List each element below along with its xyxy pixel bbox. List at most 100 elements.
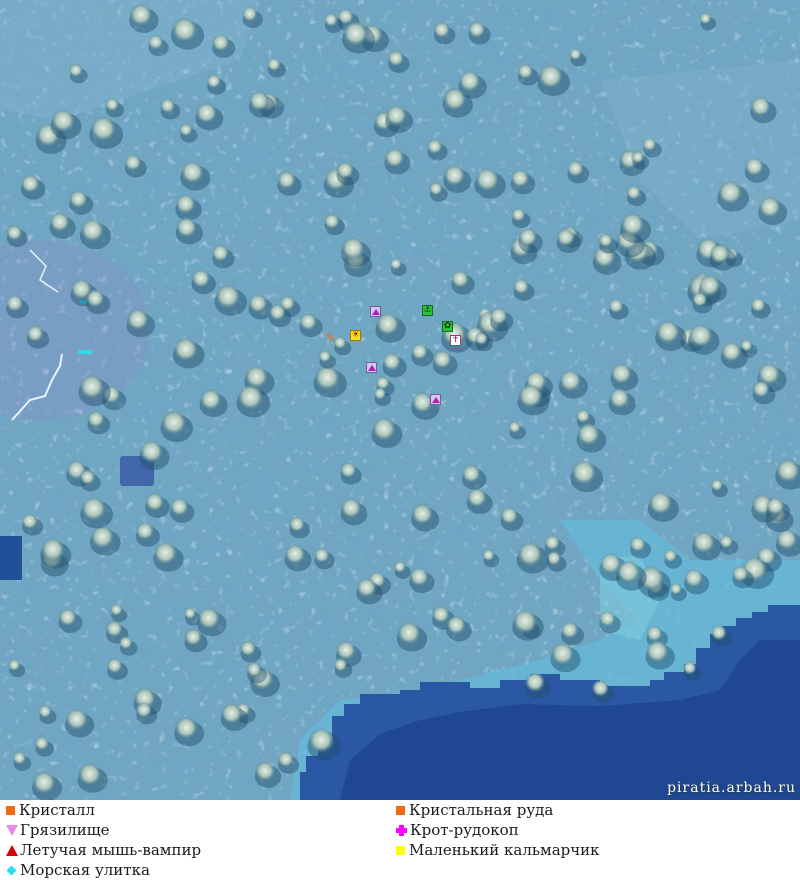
bag-icon[interactable]: ✿: [442, 321, 453, 332]
snowy-tree: [538, 64, 564, 90]
snowy-tree: [21, 513, 38, 530]
snowy-tree: [220, 703, 243, 725]
sun-icon[interactable]: ☀: [350, 330, 361, 341]
snowy-tree: [500, 507, 518, 525]
legend-label: Летучая мышь-вампир: [20, 841, 202, 859]
snowy-tree: [90, 116, 117, 143]
snowy-tree: [629, 536, 646, 553]
snowy-tree: [51, 109, 75, 134]
snowy-tree: [241, 6, 258, 23]
snowy-tree: [85, 289, 105, 309]
legend-label: Крот-рудокоп: [410, 821, 519, 839]
snowy-tree: [105, 620, 123, 638]
snowy-tree: [323, 213, 340, 230]
legend-item-little-squid: Маленький кальмарчик: [394, 840, 600, 860]
snowy-tree: [384, 148, 405, 169]
snowy-tree: [393, 561, 406, 574]
snowy-tree: [474, 332, 488, 346]
snowy-tree: [268, 304, 286, 322]
pink-triangle-down-icon: [6, 824, 18, 836]
snowy-tree: [765, 497, 785, 516]
snowy-tree: [313, 547, 330, 564]
snowy-tree: [752, 380, 770, 399]
snowy-tree: [69, 190, 88, 209]
snowy-tree: [518, 228, 538, 248]
snowy-tree: [153, 542, 178, 566]
skill-icon[interactable]: ✎: [325, 332, 336, 345]
watermark: piratia.arbah.ru: [667, 780, 796, 796]
mob-triangle-icon[interactable]: [430, 394, 441, 405]
snowy-tree: [179, 123, 193, 137]
snowy-tree: [550, 642, 575, 667]
snowy-tree: [382, 352, 401, 372]
anchor-icon[interactable]: ⚓: [422, 305, 433, 316]
map-legend: Кристалл Кристальная руда Грязилище Крот…: [0, 800, 800, 880]
snowy-tree: [598, 610, 616, 628]
snowy-tree: [215, 284, 241, 310]
snowy-tree: [451, 270, 470, 289]
map-view[interactable]: ⚓ ✿ ✎ ☀ ✝ piratia.arbah.ru: [0, 0, 800, 800]
snowy-tree: [731, 565, 749, 583]
snowy-tree: [513, 278, 530, 295]
snowy-tree: [371, 417, 396, 442]
snowy-tree: [87, 410, 105, 429]
snowy-tree: [110, 603, 123, 617]
snowy-tree: [34, 736, 49, 751]
snowy-tree: [426, 139, 443, 155]
water-pool: [0, 536, 22, 580]
snowy-tree: [758, 196, 781, 219]
mob-triangle-icon[interactable]: [370, 306, 381, 317]
snowy-tree: [517, 63, 534, 80]
snowy-tree: [508, 421, 521, 434]
snowy-tree: [339, 462, 357, 479]
mob-triangle-icon[interactable]: [366, 362, 377, 373]
snowy-tree: [443, 165, 466, 187]
snowy-tree: [750, 96, 771, 118]
snowy-tree: [183, 607, 197, 620]
snowy-tree: [631, 151, 645, 164]
snowy-tree: [129, 4, 153, 27]
snowy-tree: [411, 503, 433, 526]
snowy-tree: [598, 233, 613, 248]
snowy-tree: [174, 717, 198, 741]
snowy-tree: [237, 385, 264, 412]
snowy-tree: [341, 237, 365, 261]
snowy-tree: [692, 531, 716, 555]
legend-item-miner-mole: Крот-рудокоп: [394, 820, 519, 840]
magenta-cross-icon: [396, 824, 407, 836]
snowy-tree: [389, 258, 402, 271]
snowy-tree: [8, 659, 21, 672]
snowy-tree: [429, 182, 443, 197]
cyan-mark: [78, 350, 92, 354]
snowy-tree: [443, 88, 467, 112]
snowy-tree: [699, 12, 712, 25]
snowy-tree: [510, 169, 530, 189]
snowy-tree: [38, 705, 52, 719]
snowy-tree: [482, 549, 495, 562]
snowy-tree: [211, 34, 230, 53]
snowy-tree: [239, 640, 256, 657]
legend-item-vampire-bat: Летучая мышь-вампир: [4, 840, 201, 860]
snowy-tree: [544, 535, 561, 552]
chest-icon[interactable]: ✝: [450, 335, 461, 346]
legend-label: Кристалл: [19, 801, 95, 819]
snowy-tree: [566, 160, 584, 178]
snowy-tree: [199, 389, 222, 411]
snowy-tree: [161, 411, 187, 436]
snowy-tree: [79, 375, 105, 400]
snowy-tree: [124, 154, 142, 172]
red-triangle-up-icon: [6, 844, 18, 856]
snowy-tree: [65, 708, 88, 732]
snowy-tree: [284, 544, 306, 566]
snowy-tree: [683, 569, 704, 589]
snowy-tree: [159, 98, 176, 114]
snowy-tree: [682, 661, 697, 676]
snowy-tree: [191, 269, 211, 289]
snowy-tree: [211, 245, 229, 263]
snowy-tree: [512, 610, 538, 635]
snowy-tree: [308, 728, 335, 754]
snowy-tree: [397, 622, 421, 646]
snowy-tree: [688, 324, 713, 349]
snowy-tree: [387, 50, 405, 68]
snowy-tree: [12, 751, 27, 766]
